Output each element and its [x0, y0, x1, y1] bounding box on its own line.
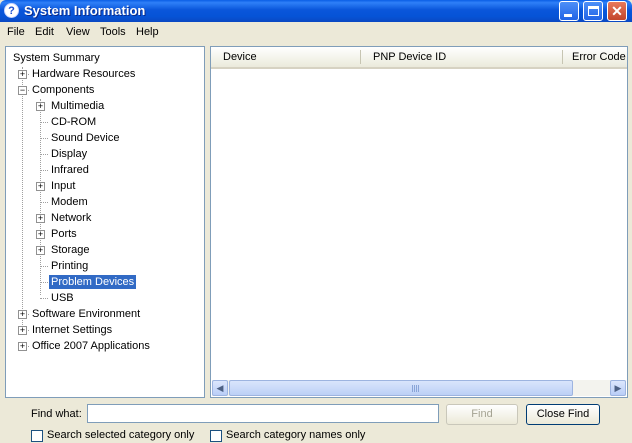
- find-what-label: Find what:: [31, 408, 82, 420]
- search-selected-category-label: Search selected category only: [47, 429, 195, 441]
- expand-icon[interactable]: +: [18, 326, 27, 335]
- column-header-error-code[interactable]: Error Code: [572, 47, 626, 67]
- collapse-icon[interactable]: −: [18, 86, 27, 95]
- tree-connector: [40, 122, 48, 123]
- menu-bar: File Edit View Tools Help: [0, 22, 632, 42]
- tree-item-hardware-resources[interactable]: Hardware Resources: [30, 67, 137, 81]
- tree-item-display[interactable]: Display: [49, 147, 89, 161]
- tree-item-cd-rom[interactable]: CD-ROM: [49, 115, 98, 129]
- search-category-names-checkbox[interactable]: [210, 430, 222, 442]
- window-title: System Information: [24, 3, 146, 18]
- tree-item-usb[interactable]: USB: [49, 291, 76, 305]
- expand-icon[interactable]: +: [36, 230, 45, 239]
- expand-icon[interactable]: +: [36, 182, 45, 191]
- tree-connector: [40, 170, 48, 171]
- find-button[interactable]: Find: [446, 404, 518, 425]
- tree-connector: [40, 266, 48, 267]
- tree-item-ports[interactable]: Ports: [49, 227, 79, 241]
- tree-item-software-environment[interactable]: Software Environment: [30, 307, 142, 321]
- minimize-icon: [564, 14, 572, 17]
- search-selected-category-checkbox[interactable]: [31, 430, 43, 442]
- scroll-right-arrow-icon[interactable]: ▶: [610, 380, 626, 396]
- scroll-thumb[interactable]: [229, 380, 573, 396]
- device-list[interactable]: Device PNP Device ID Error Code ◀ ▶: [210, 46, 628, 398]
- maximize-button[interactable]: [583, 1, 603, 21]
- tree-item-internet-settings[interactable]: Internet Settings: [30, 323, 114, 337]
- tree-item-components[interactable]: Components: [30, 83, 96, 97]
- expand-icon[interactable]: +: [18, 310, 27, 319]
- tree-connector: [40, 282, 48, 283]
- menu-tools[interactable]: Tools: [100, 26, 126, 38]
- list-header: Device PNP Device ID Error Code: [211, 47, 627, 69]
- tree-connector-root: [22, 67, 23, 335]
- scroll-left-arrow-icon[interactable]: ◀: [212, 380, 228, 396]
- tree-item-input[interactable]: Input: [49, 179, 77, 193]
- maximize-icon: [588, 6, 599, 16]
- menu-view[interactable]: View: [66, 26, 90, 38]
- column-header-device[interactable]: Device: [223, 47, 257, 67]
- expand-icon[interactable]: +: [18, 70, 27, 79]
- menu-file[interactable]: File: [7, 26, 25, 38]
- menu-help[interactable]: Help: [136, 26, 159, 38]
- help-icon: ?: [4, 3, 19, 18]
- tree-item-modem[interactable]: Modem: [49, 195, 90, 209]
- horizontal-scrollbar[interactable]: ◀ ▶: [212, 380, 626, 396]
- expand-icon[interactable]: +: [36, 102, 45, 111]
- category-tree[interactable]: + − + + + + + + + + System Summary Hardw…: [5, 46, 205, 398]
- tree-item-infrared[interactable]: Infrared: [49, 163, 91, 177]
- tree-item-printing[interactable]: Printing: [49, 259, 90, 273]
- close-button[interactable]: ✕: [607, 1, 627, 21]
- menu-edit[interactable]: Edit: [35, 26, 54, 38]
- title-bar[interactable]: ? System Information ✕: [0, 0, 632, 22]
- tree-item-sound-device[interactable]: Sound Device: [49, 131, 122, 145]
- close-icon: ✕: [611, 3, 623, 19]
- tree-item-problem-devices[interactable]: Problem Devices: [49, 275, 137, 289]
- expand-icon[interactable]: +: [36, 246, 45, 255]
- grip-icon: [412, 385, 420, 392]
- column-divider[interactable]: [360, 50, 361, 64]
- tree-connector: [40, 154, 48, 155]
- expand-icon[interactable]: +: [36, 214, 45, 223]
- tree-connector: [40, 202, 48, 203]
- expand-icon[interactable]: +: [18, 342, 27, 351]
- tree-item-storage[interactable]: Storage: [49, 243, 92, 257]
- column-header-pnp-device-id[interactable]: PNP Device ID: [373, 47, 446, 67]
- tree-item-office-2007-applications[interactable]: Office 2007 Applications: [30, 339, 152, 353]
- minimize-button[interactable]: [559, 1, 579, 21]
- tree-item-multimedia[interactable]: Multimedia: [49, 99, 106, 113]
- column-divider[interactable]: [562, 50, 563, 64]
- search-category-names-label: Search category names only: [226, 429, 366, 441]
- tree-connector: [40, 298, 48, 299]
- find-what-input[interactable]: [87, 404, 439, 423]
- tree-item-system-summary[interactable]: System Summary: [11, 51, 102, 65]
- tree-item-network[interactable]: Network: [49, 211, 93, 225]
- close-find-button[interactable]: Close Find: [526, 404, 600, 425]
- tree-connector: [40, 138, 48, 139]
